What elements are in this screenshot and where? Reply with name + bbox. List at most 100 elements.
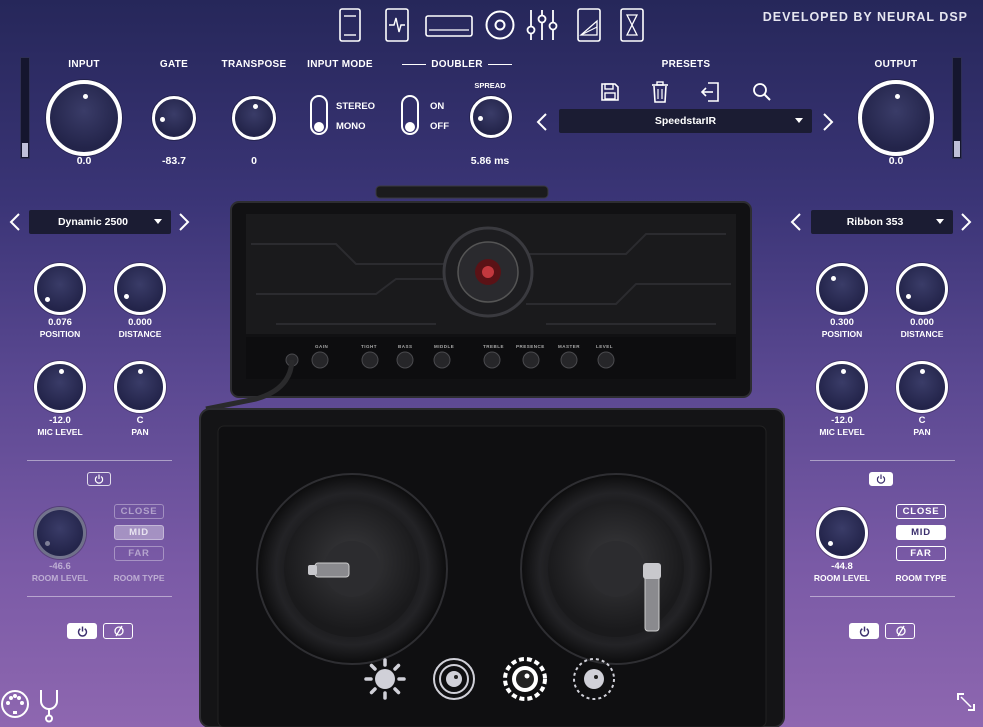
left-distance-value: 0.000 — [128, 317, 152, 328]
input-mode-toggle[interactable] — [310, 95, 328, 135]
preset-prev-icon[interactable] — [536, 112, 548, 132]
settings-gear-icon[interactable] — [363, 657, 407, 701]
doubler-off-label[interactable]: OFF — [430, 121, 449, 132]
left-separator-2 — [27, 596, 172, 597]
search-icon[interactable] — [752, 82, 772, 102]
doubler-line-left — [402, 64, 426, 65]
left-mic-phase-button[interactable] — [103, 623, 133, 639]
amp-cabinet-image — [199, 185, 785, 727]
left-mic-level-label: MIC LEVEL — [37, 427, 83, 437]
transpose-label: TRANSPOSE — [221, 59, 287, 70]
output-value: 0.0 — [888, 155, 904, 167]
delay-knob-icon[interactable] — [572, 657, 616, 701]
output-meter — [952, 57, 962, 159]
right-mic-next-icon[interactable] — [960, 212, 972, 232]
doubler-line-right — [488, 64, 512, 65]
left-room-mid-button[interactable]: MID — [114, 525, 164, 540]
right-room-type-label: ROOM TYPE — [895, 573, 947, 583]
right-room-mid-button[interactable]: MID — [896, 525, 946, 540]
preset-next-icon[interactable] — [822, 112, 834, 132]
preset-selected: SpeedstarIR — [654, 115, 717, 127]
left-position-knob[interactable] — [34, 263, 86, 315]
left-mic-level-value: -12.0 — [49, 415, 71, 426]
left-separator-1 — [27, 460, 172, 461]
left-mic-level-knob[interactable] — [34, 361, 86, 413]
output-label: OUTPUT — [874, 59, 918, 70]
tuning-fork-icon[interactable] — [38, 689, 60, 723]
right-mic-level-knob[interactable] — [816, 361, 868, 413]
right-mic-level-value: -12.0 — [831, 415, 853, 426]
right-distance-value: 0.000 — [910, 317, 934, 328]
chevron-down-icon — [795, 118, 803, 123]
right-room-level-knob[interactable] — [816, 507, 868, 559]
left-mic-power-button[interactable] — [67, 623, 97, 639]
left-pan-knob[interactable] — [114, 361, 166, 413]
spread-knob[interactable] — [470, 96, 512, 138]
right-room-close-button[interactable]: CLOSE — [896, 504, 946, 519]
input-value: 0.0 — [76, 155, 92, 167]
right-pan-label: PAN — [913, 427, 931, 437]
left-mic-next-icon[interactable] — [178, 212, 190, 232]
presets-label: PRESETS — [661, 59, 711, 70]
input-mode-stereo-label[interactable]: STEREO — [336, 101, 375, 112]
left-position-label: POSITION — [39, 329, 81, 339]
power-icon — [859, 626, 870, 637]
right-position-knob[interactable] — [816, 263, 868, 315]
chevron-down-icon — [154, 219, 162, 224]
chevron-down-icon — [936, 219, 944, 224]
metronome-icon[interactable] — [620, 8, 644, 42]
spread-value: 5.86 ms — [470, 155, 510, 167]
cabinet-icon[interactable] — [485, 10, 515, 40]
eq-icon[interactable] — [525, 8, 559, 42]
reverb-knob-icon[interactable] — [432, 657, 476, 701]
right-distance-label: DISTANCE — [900, 329, 944, 339]
save-icon[interactable] — [600, 82, 620, 102]
doubler-toggle[interactable] — [401, 95, 419, 135]
right-mic-phase-button[interactable] — [885, 623, 915, 639]
output-knob[interactable] — [858, 80, 934, 156]
amp-master-label: MASTER — [558, 344, 580, 349]
right-position-label: POSITION — [821, 329, 863, 339]
right-distance-knob[interactable] — [896, 263, 948, 315]
amp-treble-label: TREBLE — [483, 344, 504, 349]
input-label: INPUT — [68, 59, 100, 70]
right-separator-1 — [810, 460, 955, 461]
left-distance-knob[interactable] — [114, 263, 166, 315]
left-room-type-label: ROOM TYPE — [113, 573, 165, 583]
right-room-far-button[interactable]: FAR — [896, 546, 946, 561]
phase-invert-icon — [114, 625, 124, 637]
left-pan-value: C — [136, 415, 144, 426]
left-room-close-button[interactable]: CLOSE — [114, 504, 164, 519]
right-mic-prev-icon[interactable] — [790, 212, 802, 232]
left-room-far-button[interactable]: FAR — [114, 546, 164, 561]
amp-icon[interactable] — [425, 15, 473, 37]
gate-pedal-icon[interactable] — [385, 8, 409, 42]
amp-level-label: LEVEL — [596, 344, 614, 349]
gate-value: -83.7 — [162, 155, 186, 167]
midi-icon[interactable] — [0, 689, 30, 719]
right-mic-dropdown[interactable]: Ribbon 353 — [811, 210, 953, 234]
transpose-knob[interactable] — [232, 96, 276, 140]
doubler-on-label[interactable]: ON — [430, 101, 444, 112]
right-pan-knob[interactable] — [896, 361, 948, 413]
right-mic-model: Ribbon 353 — [846, 216, 904, 228]
cabinet-gear-icon[interactable] — [502, 656, 548, 702]
input-knob[interactable] — [46, 80, 122, 156]
preset-dropdown[interactable]: SpeedstarIR — [559, 109, 812, 133]
left-room-level-knob[interactable] — [34, 507, 86, 559]
trash-icon[interactable] — [651, 81, 669, 103]
input-mode-label: INPUT MODE — [307, 59, 373, 70]
left-mic-prev-icon[interactable] — [9, 212, 21, 232]
right-mic-power-button[interactable] — [849, 623, 879, 639]
tuner-icon[interactable] — [339, 8, 361, 42]
compressor-icon[interactable] — [577, 8, 601, 42]
spread-label: SPREAD — [474, 81, 506, 90]
import-icon[interactable] — [700, 81, 720, 103]
left-room-power-button[interactable] — [87, 472, 111, 486]
gate-knob[interactable] — [152, 96, 196, 140]
right-room-power-button[interactable] — [869, 472, 893, 486]
resize-icon[interactable] — [957, 693, 975, 711]
input-mode-mono-label[interactable]: MONO — [336, 121, 366, 132]
left-room-level-label: ROOM LEVEL — [31, 573, 89, 583]
left-mic-dropdown[interactable]: Dynamic 2500 — [29, 210, 171, 234]
